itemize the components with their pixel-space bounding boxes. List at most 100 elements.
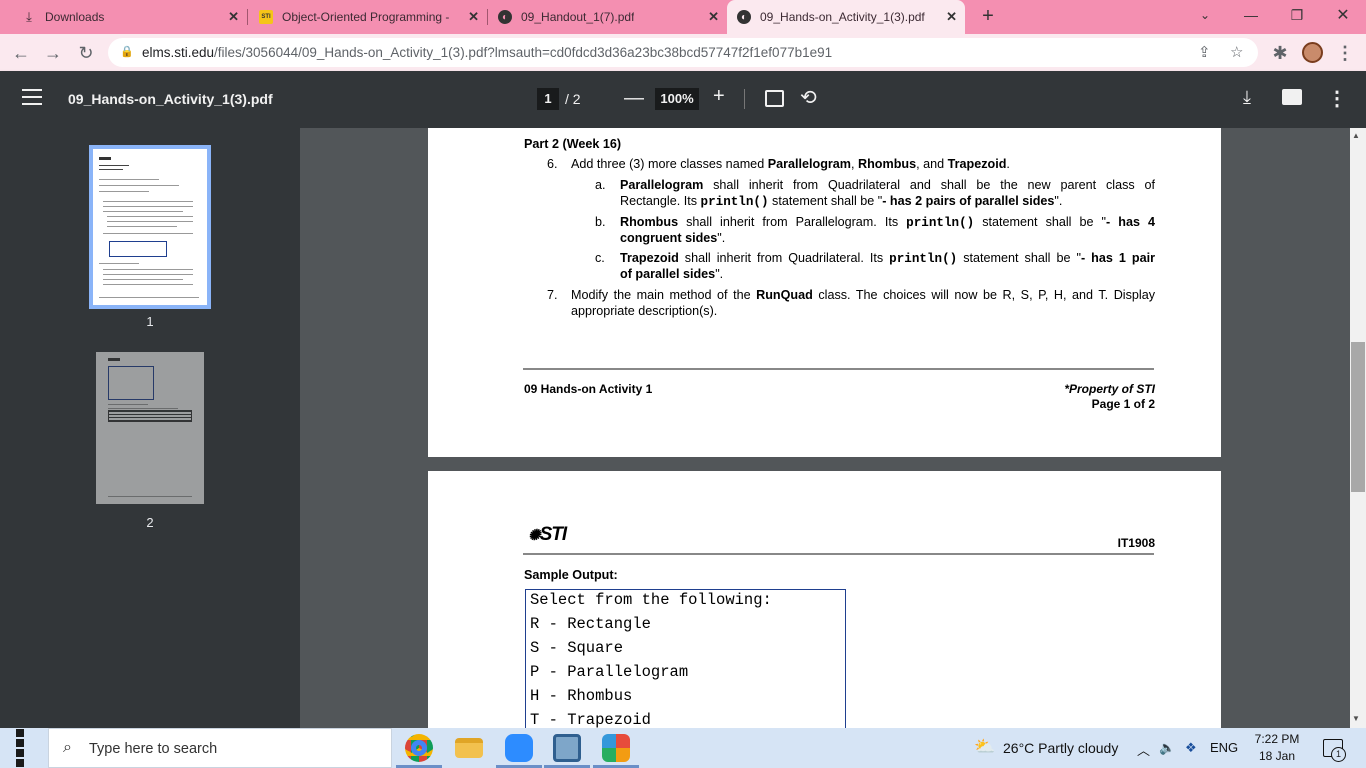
item-b-line-2: congruent sides". xyxy=(620,231,726,245)
minimize-button[interactable]: — xyxy=(1228,0,1274,30)
download-icon: ⤓ xyxy=(26,9,32,24)
taskbar-search[interactable]: ⌕ Type here to search xyxy=(48,728,392,768)
show-hidden-icons-icon[interactable]: ︿ xyxy=(1137,740,1150,759)
dropbox-icon[interactable]: ❖ xyxy=(1185,740,1197,756)
thumbnail-label-2: 2 xyxy=(146,515,154,530)
output-line: Select from the following: xyxy=(530,591,772,609)
zoom-input[interactable]: 100% xyxy=(655,88,699,110)
windows-logo-icon xyxy=(15,728,33,768)
clock-date: 18 Jan 2022 xyxy=(1258,749,1296,768)
office-app-icon[interactable] xyxy=(602,734,630,762)
address-bar[interactable]: 🔒 elms.sti.edu/files/3056044/09_Hands-on… xyxy=(108,38,1258,67)
pdf-page-2: ✺STI IT1908 Sample Output: Select from t… xyxy=(428,471,1221,728)
url-text: elms.sti.edu/files/3056044/09_Hands-on_A… xyxy=(142,45,833,60)
item-c-line-1: Trapezoid shall inherit from Quadrilater… xyxy=(620,251,1155,266)
tab-handout[interactable]: ◐ 09_Handout_1(7).pdf ✕ xyxy=(488,0,727,34)
language-indicator[interactable]: ENG xyxy=(1210,740,1238,755)
zoom-out-button[interactable]: — xyxy=(624,87,644,110)
tab-label: Object-Oriented Programming - xyxy=(282,10,450,24)
weather-icon[interactable]: ⛅ xyxy=(974,737,995,757)
profile-avatar[interactable] xyxy=(1302,42,1323,63)
scroll-up-icon[interactable]: ▲ xyxy=(1352,131,1360,140)
tab-label: 09_Hands-on_Activity_1(3).pdf xyxy=(760,10,925,24)
page-number-input[interactable]: 1 xyxy=(537,88,559,110)
sample-output-box: Select from the following: R - Rectangle… xyxy=(525,589,846,728)
sti-logo: ✺STI xyxy=(528,524,567,545)
item-a-line-2: Rectangle. Its println() statement shall… xyxy=(620,194,1063,209)
close-icon[interactable]: ✕ xyxy=(228,9,239,25)
item-b-label: b. xyxy=(595,215,606,229)
item-b-line-1: Rhombus shall inherit from Parallelogram… xyxy=(620,215,1155,230)
course-code: IT1908 xyxy=(1117,536,1155,550)
tab-strip: ⤓ Downloads ✕ STI Object-Oriented Progra… xyxy=(0,0,1366,34)
search-placeholder: Type here to search xyxy=(89,741,218,757)
start-button[interactable] xyxy=(0,728,48,768)
clock[interactable]: 7:22 PM 18 Jan 2022 xyxy=(1246,731,1308,768)
output-line: R - Rectangle xyxy=(530,615,651,633)
tab-search-icon[interactable]: ⌄ xyxy=(1182,0,1228,30)
reload-button[interactable]: ↻ xyxy=(73,40,99,66)
thumbnail-page-2[interactable] xyxy=(96,352,204,504)
page-count: / 2 xyxy=(565,91,581,107)
volume-icon[interactable]: 🔈 xyxy=(1159,740,1175,756)
fit-page-icon[interactable] xyxy=(765,90,784,107)
document-title: 09_Hands-on_Activity_1(3).pdf xyxy=(68,91,273,107)
part-heading: Part 2 (Week 16) xyxy=(524,137,622,151)
back-button[interactable]: ← xyxy=(8,40,34,66)
tab-label: 09_Handout_1(7).pdf xyxy=(521,10,635,24)
pdf-viewer[interactable]: Part 2 (Week 16) 6. Add three (3) more c… xyxy=(300,128,1350,728)
bookmark-star-icon[interactable]: ☆ xyxy=(1230,43,1243,61)
new-tab-button[interactable]: + xyxy=(976,4,1000,28)
download-icon[interactable]: ⤓ xyxy=(1243,87,1251,108)
menu-icon[interactable] xyxy=(22,89,42,109)
footer-left: 09 Hands-on Activity 1 xyxy=(524,382,653,396)
scroll-down-icon[interactable]: ▼ xyxy=(1352,714,1360,723)
chrome-app-icon[interactable] xyxy=(405,734,433,762)
item-6-text: Add three (3) more classes named Paralle… xyxy=(571,157,1010,171)
share-icon[interactable]: ⇪ xyxy=(1198,43,1211,61)
close-icon[interactable]: ✕ xyxy=(946,9,957,25)
tab-label: Downloads xyxy=(45,10,105,24)
search-icon: ⌕ xyxy=(63,739,72,756)
extensions-icon[interactable]: ✱ xyxy=(1267,40,1293,66)
thumbnail-label-1: 1 xyxy=(146,314,154,329)
output-line: P - Parallelogram xyxy=(530,663,689,681)
taskbar: ⌕ Type here to search ⛅ 26°C Partly clou… xyxy=(0,728,1366,768)
zoom-in-button[interactable]: + xyxy=(713,85,725,108)
item-a-line-1: Parallelogram shall inherit from Quadril… xyxy=(620,178,1155,192)
item-c-label: c. xyxy=(595,251,605,265)
file-explorer-icon[interactable] xyxy=(455,738,483,758)
divider xyxy=(744,89,745,109)
globe-icon: ◐ xyxy=(737,10,751,24)
tab-downloads[interactable]: ⤓ Downloads ✕ xyxy=(0,0,247,34)
clock-time: 7:22 PM xyxy=(1254,732,1300,746)
sample-output-label: Sample Output: xyxy=(524,568,618,582)
scrollbar-thumb[interactable] xyxy=(1351,342,1365,492)
output-line: S - Square xyxy=(530,639,624,657)
browser-menu-icon[interactable]: ⋮ xyxy=(1332,40,1358,66)
weather-text[interactable]: 26°C Partly cloudy xyxy=(1003,740,1118,756)
zoom-app-icon[interactable] xyxy=(505,734,533,762)
output-line: T - Trapezoid xyxy=(530,711,651,728)
notification-count: 1 xyxy=(1331,747,1346,762)
globe-icon: ◐ xyxy=(498,10,512,24)
more-options-icon[interactable]: ⋮ xyxy=(1327,86,1347,111)
sti-favicon-icon: STI xyxy=(259,10,273,24)
thumbnail-page-1[interactable] xyxy=(89,145,211,309)
restore-button[interactable]: ❐ xyxy=(1274,0,1320,30)
close-window-button[interactable]: ✕ xyxy=(1320,0,1366,30)
item-7-line-1: Modify the main method of the RunQuad cl… xyxy=(571,288,1155,302)
close-icon[interactable]: ✕ xyxy=(468,9,479,25)
footer-property: *Property of STI xyxy=(1064,382,1155,396)
tab-oop[interactable]: STI Object-Oriented Programming - ✕ xyxy=(248,0,487,34)
item-7-line-2: appropriate description(s). xyxy=(571,304,718,318)
forward-button[interactable]: → xyxy=(40,40,66,66)
network-app-icon[interactable] xyxy=(553,734,581,762)
rotate-icon[interactable]: ⟲ xyxy=(800,85,817,110)
close-icon[interactable]: ✕ xyxy=(708,9,719,25)
tab-activity-active[interactable]: ◐ 09_Hands-on_Activity_1(3).pdf ✕ xyxy=(727,0,965,34)
lock-icon: 🔒 xyxy=(120,46,134,58)
browser-toolbar: ← → ↻ 🔒 elms.sti.edu/files/3056044/09_Ha… xyxy=(0,34,1366,71)
footer-divider xyxy=(523,368,1154,370)
print-icon[interactable] xyxy=(1282,89,1302,105)
